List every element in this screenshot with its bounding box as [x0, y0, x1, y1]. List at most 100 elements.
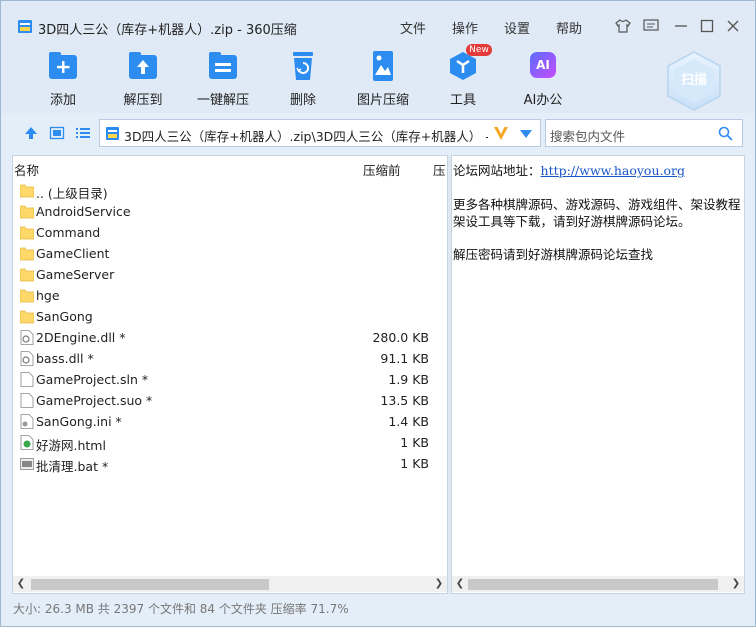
image-compress-button[interactable]: 图片压缩: [343, 49, 423, 108]
scroll-left-icon[interactable]: ❮: [454, 578, 466, 590]
thumbnail-view-icon[interactable]: [49, 125, 65, 141]
search-field[interactable]: 搜索包内文件: [545, 119, 743, 147]
file-row[interactable]: Command: [13, 222, 447, 243]
tools-label: 工具: [449, 93, 476, 108]
file-icon: [20, 372, 34, 387]
file-icon: [20, 393, 34, 408]
scroll-right-icon[interactable]: ❯: [730, 578, 742, 590]
column-header-size-after[interactable]: 压: [433, 160, 446, 179]
forum-address-label: 论坛网站地址：: [453, 163, 541, 178]
vip-v-icon[interactable]: [492, 124, 510, 142]
close-icon[interactable]: [723, 16, 743, 36]
file-name: 批清理.bat *: [36, 459, 109, 474]
html-file-icon: [20, 435, 34, 450]
maximize-icon[interactable]: [697, 16, 717, 36]
feedback-icon[interactable]: [641, 16, 661, 36]
image-compress-label: 图片压缩: [356, 93, 409, 108]
app-window: 3D四人三公（库存+机器人）.zip - 360压缩 文件 操作 设置 帮助 添…: [0, 0, 756, 627]
new-badge: New: [466, 44, 492, 56]
archive-app-icon: [18, 20, 32, 33]
scan-label[interactable]: 扫描: [673, 69, 715, 88]
scrollbar-thumb[interactable]: [468, 579, 718, 590]
file-row[interactable]: 好游网.html 1 KB: [13, 432, 447, 453]
file-size: 1 KB: [400, 456, 429, 471]
folder-icon: [19, 267, 35, 282]
file-size: 13.5 KB: [380, 393, 429, 408]
preview-line-3: 架设工具等下载，请到好游棋牌源码论坛。: [453, 214, 691, 229]
extract-to-button[interactable]: 解压到: [103, 49, 183, 108]
file-size: 1.4 KB: [388, 414, 429, 429]
status-bar: 大小: 26.3 MB 共 2397 个文件和 84 个文件夹 压缩率 71.7…: [1, 595, 755, 626]
file-row[interactable]: .. (上级目录): [13, 180, 447, 201]
file-row[interactable]: AndroidService: [13, 201, 447, 222]
file-row[interactable]: hge: [13, 285, 447, 306]
column-header-size-before[interactable]: 压缩前: [363, 160, 401, 179]
file-size: 280.0 KB: [372, 330, 429, 345]
extract-to-icon: [129, 52, 157, 79]
one-click-extract-icon: [209, 52, 237, 79]
minimize-icon[interactable]: [671, 16, 691, 36]
folder-icon: [19, 309, 35, 324]
folder-icon: [19, 183, 35, 198]
file-name: hge: [36, 288, 60, 303]
scroll-right-icon[interactable]: ❯: [433, 578, 445, 590]
file-row[interactable]: bass.dll * 91.1 KB: [13, 348, 447, 369]
scrollbar-thumb[interactable]: [31, 579, 269, 590]
file-row[interactable]: GameProject.sln * 1.9 KB: [13, 369, 447, 390]
dll-file-icon: [20, 351, 34, 366]
preview-line-4: 解压密码请到好游棋牌源码论坛查找: [453, 247, 654, 262]
toolbar: 添加 解压到 一键解压 删除 图片压缩 工具 AI办公 AI: [1, 41, 755, 113]
forum-link[interactable]: http://www.haoyou.org: [541, 163, 685, 178]
tools-button[interactable]: 工具: [423, 49, 503, 108]
file-list-pane: 名称 压缩前 压 .. (上级目录) AndroidService Command G…: [12, 155, 448, 594]
file-row[interactable]: GameServer: [13, 264, 447, 285]
folder-icon: [19, 204, 35, 219]
menu-settings[interactable]: 设置: [504, 18, 530, 37]
one-click-extract-label: 一键解压: [196, 93, 249, 108]
file-size: 1.9 KB: [388, 372, 429, 387]
one-click-extract-button[interactable]: 一键解压: [183, 49, 263, 108]
column-header-name[interactable]: 名称: [14, 160, 39, 179]
delete-button[interactable]: 删除: [263, 49, 343, 108]
add-button[interactable]: 添加: [23, 49, 103, 108]
folder-icon: [19, 246, 35, 261]
search-icon[interactable]: [718, 126, 733, 141]
preview-hscrollbar[interactable]: ❮ ❯: [452, 576, 744, 592]
delete-label: 删除: [289, 93, 316, 108]
ai-icon-text: AI: [536, 58, 550, 72]
ini-file-icon: [20, 414, 34, 429]
file-row[interactable]: SanGong: [13, 306, 447, 327]
window-title: 3D四人三公（库存+机器人）.zip - 360压缩: [38, 23, 297, 38]
menu-operate[interactable]: 操作: [452, 18, 478, 37]
search-placeholder: 搜索包内文件: [550, 129, 626, 144]
file-row[interactable]: 批清理.bat * 1 KB: [13, 453, 447, 474]
extract-to-label: 解压到: [123, 93, 163, 108]
file-row[interactable]: GameProject.suo * 13.5 KB: [13, 390, 447, 411]
file-name: .. (上级目录): [36, 186, 108, 201]
menu-help[interactable]: 帮助: [556, 18, 582, 37]
list-view-icon[interactable]: [75, 125, 91, 141]
preview-pane: 论坛网站地址：http://www.haoyou.org 更多各种棋牌源码、游戏…: [451, 155, 745, 594]
menu-file[interactable]: 文件: [400, 18, 426, 37]
title-bar: 3D四人三公（库存+机器人）.zip - 360压缩 文件 操作 设置 帮助: [1, 1, 755, 41]
skin-shirt-icon[interactable]: [613, 16, 633, 36]
file-rows: .. (上级目录) AndroidService Command GameClient…: [13, 180, 447, 474]
address-field[interactable]: 3D四人三公（库存+机器人）.zip\3D四人三公（库存+机器人） - 解压: [99, 119, 541, 147]
dll-file-icon: [20, 330, 34, 345]
file-row[interactable]: SanGong.ini * 1.4 KB: [13, 411, 447, 432]
address-bar-row: 3D四人三公（库存+机器人）.zip\3D四人三公（库存+机器人） - 解压 搜…: [1, 115, 755, 153]
scroll-left-icon[interactable]: ❮: [15, 578, 27, 590]
delete-icon: [293, 52, 313, 80]
file-name: SanGong.ini *: [36, 414, 122, 429]
ai-office-label: AI办公: [523, 93, 563, 108]
file-row[interactable]: 2DEngine.dll * 280.0 KB: [13, 327, 447, 348]
up-arrow-icon[interactable]: [23, 125, 39, 141]
file-name: Command: [36, 225, 101, 240]
add-icon: [49, 52, 77, 79]
file-row[interactable]: GameClient: [13, 243, 447, 264]
folder-icon: [19, 288, 35, 303]
file-list-hscrollbar[interactable]: ❮ ❯: [13, 576, 447, 592]
status-text: 大小: 26.3 MB 共 2397 个文件和 84 个文件夹 压缩率 71.7…: [13, 602, 349, 616]
chevron-down-icon[interactable]: [520, 130, 532, 138]
add-label: 添加: [49, 93, 76, 108]
